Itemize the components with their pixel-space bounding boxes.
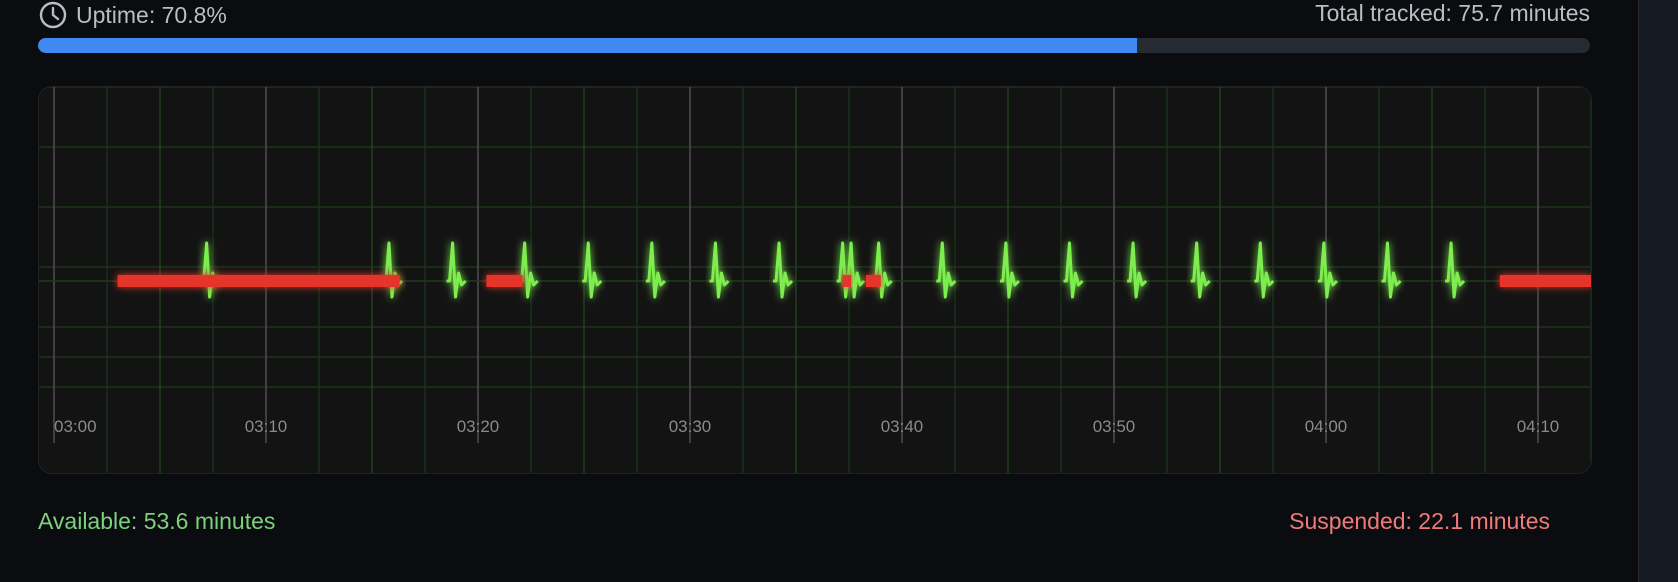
x-tick-label: 03:10 <box>245 417 288 436</box>
heartbeat-spike <box>773 241 794 299</box>
x-tick-label: 04:10 <box>1517 417 1560 436</box>
heartbeat-spike <box>645 241 666 299</box>
suspended-bar <box>842 275 852 287</box>
heartbeat-spike <box>936 241 957 299</box>
x-tick-label: 03:20 <box>457 417 500 436</box>
x-tick-label: 04:00 <box>1305 417 1348 436</box>
heartbeat-spike <box>446 241 467 299</box>
uptime-progress-fill <box>38 38 1137 53</box>
heartbeat-spike <box>382 241 404 299</box>
x-tick-label: 03:40 <box>881 417 924 436</box>
window-edge <box>1638 0 1678 582</box>
heartbeat-spike <box>709 241 730 299</box>
available-total: Available: 53.6 minutes <box>38 508 276 534</box>
suspended-bar <box>865 275 881 287</box>
heartbeat-spike <box>1381 241 1402 299</box>
heartbeat-spike <box>1127 241 1148 299</box>
uptime-label: Uptime: 70.8% <box>76 1 227 28</box>
heartbeat-spike <box>1063 241 1084 299</box>
suspended-bar <box>117 275 400 287</box>
suspended-bar <box>486 275 523 287</box>
clock-icon <box>39 1 67 29</box>
heartbeat-spike <box>1445 241 1466 299</box>
suspended-total: Suspended: 22.1 minutes <box>1289 508 1550 534</box>
x-tick-label: 03:50 <box>1093 417 1136 436</box>
heartbeat-spike <box>518 241 539 299</box>
summary-row: Uptime: 70.8% Total tracked: 75.7 minute… <box>38 0 1590 30</box>
x-tick-label: 03:00 <box>54 417 97 436</box>
availability-panel: Uptime: 70.8% Total tracked: 75.7 minute… <box>0 0 1638 582</box>
availability-timeline-chart: 03:00 03:10 03:20 03:30 03:40 03:50 04:00 04:10 <box>38 86 1592 474</box>
heartbeat-spike <box>1317 241 1338 299</box>
uptime-progress-bar <box>38 38 1590 53</box>
suspended-bar <box>1499 275 1591 287</box>
heartbeat-spike <box>872 241 893 299</box>
timeline-svg: 03:00 03:10 03:20 03:30 03:40 03:50 04:00 04:10 <box>39 87 1591 473</box>
heartbeat-spike <box>1254 241 1275 299</box>
uptime-summary: Uptime: 70.8% <box>38 0 227 30</box>
total-tracked-label: Total tracked: 75.7 minutes <box>1315 0 1590 26</box>
heartbeat-spike <box>1190 241 1211 299</box>
heartbeat-spike <box>200 241 221 299</box>
heartbeat-spike <box>999 241 1020 299</box>
x-tick-label: 03:30 <box>669 417 712 436</box>
heartbeat-spike <box>582 241 603 299</box>
